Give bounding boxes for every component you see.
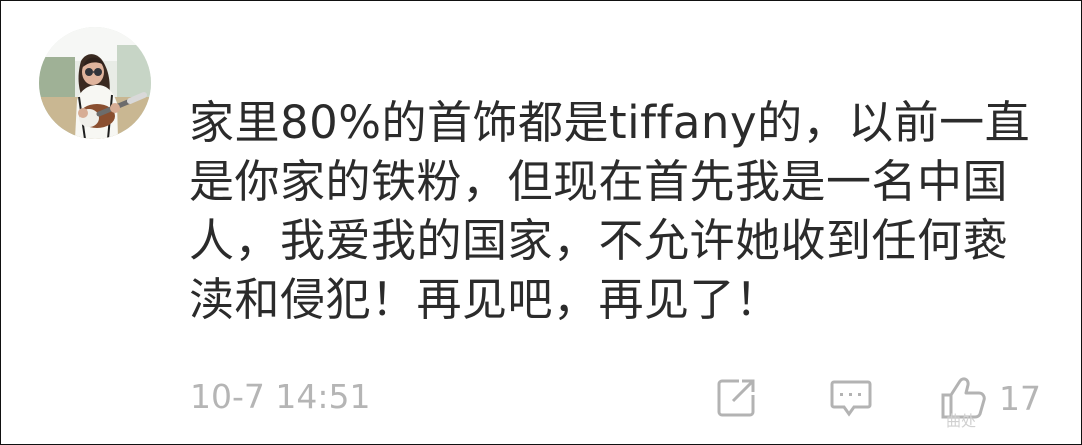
reply-comment-icon: [830, 380, 872, 417]
user-avatar[interactable]: [39, 27, 151, 139]
comment-timestamp: 10-7 14:51: [190, 377, 371, 416]
watermark: 曲处: [946, 412, 977, 430]
comment-text: 家里80%的首饰都是tiffany的，以前一直是你家的铁粉，但现在首先我是一名中…: [189, 96, 1031, 326]
share-icon: [717, 379, 755, 417]
avatar-image: [39, 27, 151, 139]
reply-button[interactable]: [829, 375, 873, 421]
like-count: 17: [999, 378, 1041, 418]
comment-card: 家里80%的首饰都是tiffany的，以前一直是你家的铁粉，但现在首先我是一名中…: [0, 0, 1082, 445]
share-button[interactable]: [715, 375, 757, 421]
